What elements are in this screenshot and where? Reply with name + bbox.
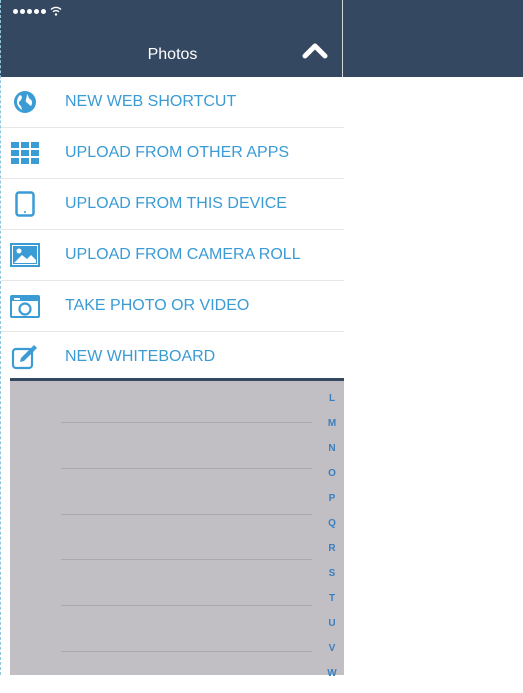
camera-icon (10, 291, 40, 321)
menu-item-label: NEW WHITEBOARD (65, 348, 216, 365)
menu-item-label: UPLOAD FROM OTHER APPS (65, 144, 290, 161)
tablet-icon (10, 189, 40, 219)
chevron-up-icon[interactable] (302, 41, 328, 61)
status-bar (13, 6, 62, 16)
upload-from-camera-roll-item[interactable]: UPLOAD FROM CAMERA ROLL (1, 230, 344, 281)
new-whiteboard-item[interactable]: NEW WHITEBOARD (1, 332, 344, 382)
photos-panel: Photos NEW WEB SHORTCUT U PLOAD FROM OTHE… (0, 0, 344, 679)
index-letter[interactable]: Q (328, 518, 336, 543)
menu-item-label: UPLOAD FROM CAMERA ROLL (65, 246, 301, 263)
index-letter[interactable]: S (329, 568, 336, 593)
list-divider (61, 605, 312, 606)
list-divider (61, 422, 312, 423)
menu-item-label: NEW WEB SHORTCUT (65, 93, 237, 110)
new-web-shortcut-item[interactable]: NEW WEB SHORTCUT (1, 77, 344, 128)
index-letter[interactable]: N (328, 443, 335, 468)
menu-item-label: UPLOAD FROM THIS DEVICE (65, 195, 287, 212)
page-title: Photos (147, 46, 198, 63)
signal-icon (13, 8, 46, 14)
index-letter[interactable]: T (329, 593, 335, 618)
photo-list[interactable]: L M N O P Q R S T U V W (10, 378, 344, 679)
index-letter[interactable]: V (329, 643, 336, 668)
index-letter[interactable]: P (329, 493, 336, 518)
list-divider (61, 468, 312, 469)
upload-from-this-device-item[interactable]: UPLOAD FROM THIS DEVICE (1, 179, 344, 230)
index-letter[interactable]: W (327, 668, 336, 693)
image-icon (10, 240, 40, 270)
index-letter[interactable]: M (328, 418, 336, 443)
upload-menu: NEW WEB SHORTCUT UPLOAD FROM OTHER APPS … (1, 77, 344, 382)
take-photo-or-video-item[interactable]: TAKE PHOTO OR VIDEO (1, 281, 344, 332)
index-letter[interactable]: L (329, 393, 335, 418)
index-letter[interactable]: R (328, 543, 335, 568)
globe-icon (10, 87, 40, 117)
pencil-icon (10, 342, 40, 372)
list-divider (61, 514, 312, 515)
index-letter[interactable]: U (328, 618, 335, 643)
upload-from-other-apps-item[interactable]: UPLOAD FROM OTHER APPS (1, 128, 344, 179)
index-letter[interactable]: O (328, 468, 336, 493)
grid-icon (10, 138, 40, 168)
wifi-icon (50, 6, 62, 16)
list-divider (61, 559, 312, 560)
list-divider (61, 651, 312, 652)
menu-item-label: TAKE PHOTO OR VIDEO (65, 297, 250, 314)
alphabet-index[interactable]: L M N O P Q R S T U V W (325, 393, 339, 693)
